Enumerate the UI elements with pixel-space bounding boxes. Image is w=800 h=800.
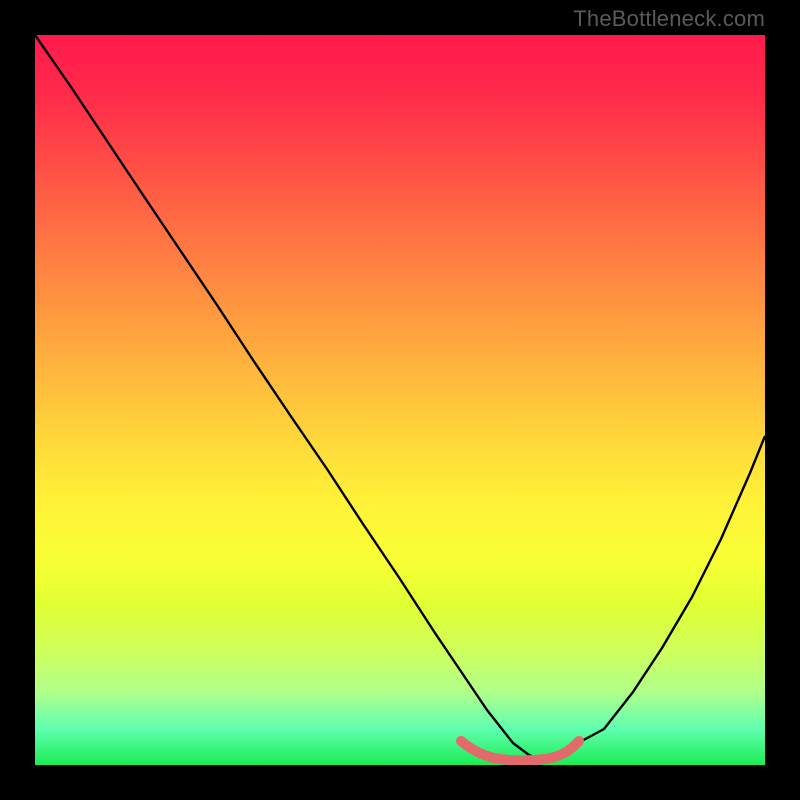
plot-gradient-background xyxy=(35,35,765,765)
chart-container: TheBottleneck.com xyxy=(0,0,800,800)
watermark-text: TheBottleneck.com xyxy=(573,6,765,32)
